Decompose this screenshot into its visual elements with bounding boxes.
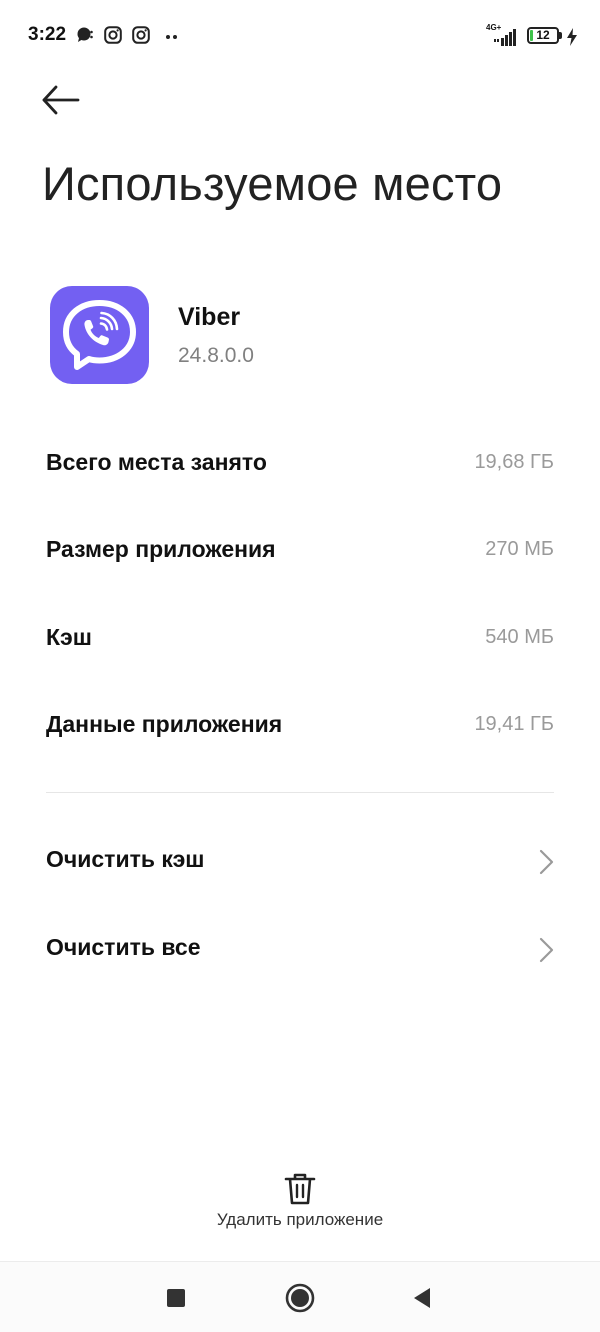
total-label: Всего места занято: [46, 449, 267, 475]
charging-icon: [566, 26, 578, 48]
storage-row-total: Всего места занято 19,68 ГБ: [46, 443, 554, 483]
data-label: Данные приложения: [46, 711, 283, 737]
uninstall-button[interactable]: Удалить приложение: [200, 1168, 400, 1234]
instagram-icon: [132, 24, 150, 46]
page-title: Используемое место: [42, 157, 503, 210]
navigation-bar: [0, 1262, 600, 1332]
signal-icon: [494, 26, 518, 48]
clear-cache-label: Очистить кэш: [46, 846, 205, 872]
app-size-value: 270 МБ: [485, 538, 554, 560]
chevron-right-icon: [539, 937, 554, 963]
trash-icon: [284, 1173, 316, 1205]
chevron-right-icon: [539, 849, 554, 875]
back-nav-button[interactable]: [404, 1280, 440, 1316]
storage-row-cache: Кэш 540 МБ: [46, 618, 554, 658]
uninstall-label: Удалить приложение: [216, 1210, 384, 1229]
battery-cap: [559, 32, 562, 39]
cache-value: 540 МБ: [485, 626, 554, 648]
viber-icon: [50, 286, 149, 384]
triangle-back-icon: [414, 1288, 430, 1308]
storage-row-app-size: Размер приложения 270 МБ: [46, 530, 554, 570]
clear-all-button[interactable]: Очистить все: [46, 928, 554, 972]
home-button[interactable]: [282, 1280, 318, 1316]
chat-notification-icon: [76, 24, 94, 46]
recents-button[interactable]: [158, 1280, 194, 1316]
app-version: 24.8.0.0: [178, 344, 254, 367]
back-button[interactable]: [40, 80, 88, 120]
status-time: 3:22: [28, 24, 67, 45]
total-value: 19,68 ГБ: [474, 451, 554, 473]
battery-icon: 12: [527, 27, 559, 44]
storage-row-data: Данные приложения 19,41 ГБ: [46, 705, 554, 745]
data-value: 19,41 ГБ: [474, 713, 554, 735]
battery-level: 12: [536, 28, 550, 42]
divider: [46, 792, 554, 793]
more-notifications-icon: [164, 24, 180, 46]
instagram-icon: [104, 24, 122, 46]
clear-all-label: Очистить все: [46, 934, 201, 960]
arrow-left-icon: [42, 85, 80, 115]
clear-cache-button[interactable]: Очистить кэш: [46, 840, 554, 884]
circle-icon: [285, 1283, 315, 1313]
app-size-label: Размер приложения: [46, 536, 276, 562]
status-bar: 3:22 4G+ 12: [0, 0, 600, 72]
cache-label: Кэш: [46, 624, 92, 650]
app-name: Viber: [178, 303, 241, 331]
square-icon: [167, 1289, 185, 1307]
